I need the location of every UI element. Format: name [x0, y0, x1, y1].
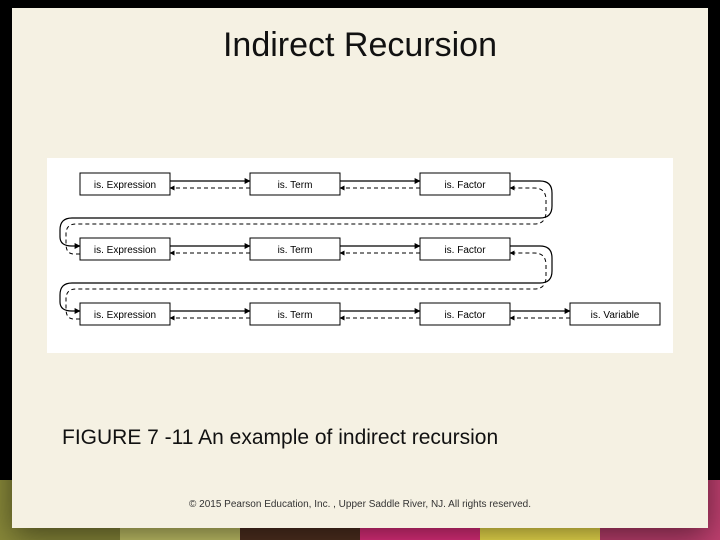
- row3-label-variable: is. Variable: [591, 310, 640, 321]
- row1-label-term: is. Term: [278, 180, 313, 191]
- row2-label-factor: is. Factor: [444, 245, 486, 256]
- row3-label-term: is. Term: [278, 310, 313, 321]
- row2-label-expression: is. Expression: [94, 245, 156, 256]
- copyright-text: © 2015 Pearson Education, Inc. , Upper S…: [12, 499, 708, 510]
- diagram-panel: is. Expression is. Term is. Factor is. E…: [47, 158, 673, 353]
- recursion-diagram: is. Expression is. Term is. Factor is. E…: [47, 158, 673, 353]
- row3-label-expression: is. Expression: [94, 310, 156, 321]
- row3-label-factor: is. Factor: [444, 310, 486, 321]
- row2-label-term: is. Term: [278, 245, 313, 256]
- figure-caption: FIGURE 7 -11 An example of indirect recu…: [62, 426, 658, 450]
- slide-title: Indirect Recursion: [12, 26, 708, 65]
- row1-label-factor: is. Factor: [444, 180, 486, 191]
- slide-panel: Indirect Recursion is. Expression is. Te…: [12, 8, 708, 528]
- row1-label-expression: is. Expression: [94, 180, 156, 191]
